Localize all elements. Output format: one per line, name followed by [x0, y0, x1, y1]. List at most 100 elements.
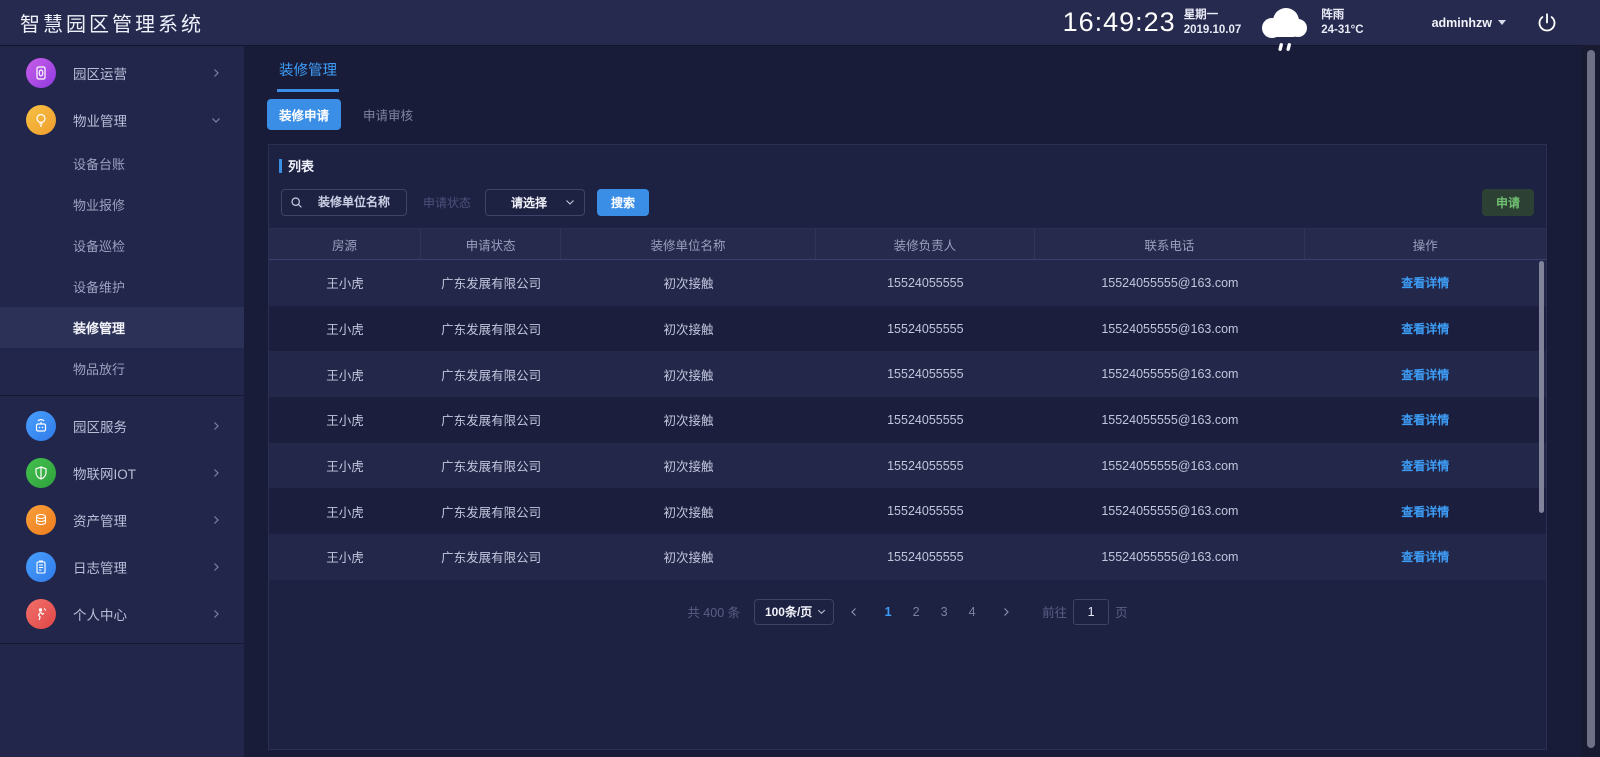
actions-cell: 查看详情 [1305, 306, 1546, 352]
view-details-link[interactable]: 查看详情 [1401, 366, 1449, 383]
chevron-right-icon [210, 561, 222, 573]
goto-page-group: 前往 页 [1042, 599, 1128, 625]
table-cell: 15524055555@163.com [1035, 534, 1304, 580]
sidebar-item-log-management[interactable]: 日志管理 [0, 543, 244, 590]
weekday-label: 星期一 [1184, 8, 1242, 22]
table-row: 王小虎广东发展有限公司初次接触1552405555515524055555@16… [269, 443, 1546, 489]
column-header-company-name: 装修单位名称 [561, 229, 815, 259]
next-page-button[interactable] [994, 606, 1018, 618]
table-header-row: 房源 申请状态 装修单位名称 装修负责人 联系电话 操作 [269, 229, 1546, 260]
sidebar-item-asset-management[interactable]: 资产管理 [0, 496, 244, 543]
sidebar-divider [0, 643, 244, 644]
chevron-right-icon [210, 608, 222, 620]
view-details-link[interactable]: 查看详情 [1401, 320, 1449, 337]
sidebar-item-label: 物联网IOT [73, 463, 136, 483]
table-cell: 王小虎 [269, 443, 421, 489]
page-number-4[interactable]: 4 [959, 605, 985, 619]
sidebar-subitem-property-repair[interactable]: 物业报修 [0, 184, 244, 225]
search-button[interactable]: 搜索 [597, 189, 649, 216]
column-header-manager: 装修负责人 [816, 229, 1036, 259]
date-label: 2019.10.07 [1184, 23, 1242, 37]
table-scrollbar-thumb[interactable] [1539, 261, 1544, 513]
sidebar-item-label: 个人中心 [73, 604, 127, 624]
actions-cell: 查看详情 [1305, 443, 1546, 489]
view-details-link[interactable]: 查看详情 [1401, 457, 1449, 474]
company-search-box[interactable] [281, 189, 407, 216]
view-details-link[interactable]: 查看详情 [1401, 274, 1449, 291]
sidebar-item-label: 园区运营 [73, 63, 127, 83]
top-header: 智慧园区管理系统 16:49:23 星期一 2019.10.07 阵雨 24-3… [0, 0, 1600, 45]
table-cell: 15524055555@163.com [1035, 488, 1304, 534]
table-cell: 15524055555 [816, 306, 1036, 352]
sidebar-item-label: 日志管理 [73, 557, 127, 577]
user-menu[interactable]: adminhzw [1432, 16, 1506, 30]
table-row: 王小虎广东发展有限公司初次接触1552405555515524055555@16… [269, 260, 1546, 306]
chevron-down-icon [210, 114, 222, 126]
park-service-icon [26, 411, 56, 441]
table-cell: 15524055555 [816, 397, 1036, 443]
table-cell: 15524055555@163.com [1035, 351, 1304, 397]
actions-cell: 查看详情 [1305, 351, 1546, 397]
page-tab-decoration-management[interactable]: 装修管理 [277, 59, 339, 92]
weather-block: 阵雨 24-31°C [1321, 8, 1363, 37]
status-select-value: 请选择 [494, 194, 564, 211]
chevron-right-icon [210, 420, 222, 432]
table-cell: 王小虎 [269, 351, 421, 397]
table-row: 王小虎广东发展有限公司初次接触1552405555515524055555@16… [269, 488, 1546, 534]
table-row: 王小虎广东发展有限公司初次接触1552405555515524055555@16… [269, 306, 1546, 352]
cloud-rain-icon [1255, 6, 1313, 50]
title-accent-bar [279, 159, 282, 173]
page-number-2[interactable]: 2 [903, 605, 929, 619]
page-scrollbar-thumb[interactable] [1587, 50, 1595, 748]
tab-apply-review[interactable]: 申请审核 [351, 99, 425, 130]
sidebar-item-personal-center[interactable]: 个人中心 [0, 590, 244, 637]
date-block: 星期一 2019.10.07 [1184, 8, 1242, 37]
park-operation-icon [26, 58, 56, 88]
page-number-1[interactable]: 1 [875, 605, 901, 619]
sidebar: 园区运营 物业管理 设备台账 物业报修 设备巡检 设备维护 装修管理 物品放行 [0, 45, 245, 757]
view-details-link[interactable]: 查看详情 [1401, 503, 1449, 520]
sidebar-item-iot[interactable]: 物联网IOT [0, 449, 244, 496]
goto-page-input[interactable] [1073, 599, 1109, 625]
sidebar-subitem-decoration-management[interactable]: 装修管理 [0, 307, 244, 348]
prev-page-button[interactable] [842, 606, 866, 618]
chevron-right-icon [210, 467, 222, 479]
page-number-3[interactable]: 3 [931, 605, 957, 619]
tab-decoration-apply[interactable]: 装修申请 [267, 99, 341, 130]
actions-cell: 查看详情 [1305, 260, 1546, 306]
sidebar-subitem-device-ledger[interactable]: 设备台账 [0, 143, 244, 184]
sidebar-item-park-service[interactable]: 园区服务 [0, 402, 244, 449]
goto-unit-label: 页 [1115, 602, 1128, 621]
table-cell: 15524055555@163.com [1035, 260, 1304, 306]
table-cell: 广东发展有限公司 [421, 306, 561, 352]
sidebar-item-property-management[interactable]: 物业管理 [0, 96, 244, 143]
search-input[interactable] [310, 195, 398, 209]
list-panel: 列表 申请状态 请选择 搜索 申请 房源 申请状态 [268, 144, 1547, 750]
sidebar-subitem-device-maintenance[interactable]: 设备维护 [0, 266, 244, 307]
table-cell: 初次接触 [561, 306, 815, 352]
search-icon [290, 196, 303, 209]
view-details-link[interactable]: 查看详情 [1401, 411, 1449, 428]
sidebar-divider [0, 395, 244, 396]
apply-button[interactable]: 申请 [1482, 189, 1534, 216]
view-details-link[interactable]: 查看详情 [1401, 548, 1449, 565]
sidebar-subitem-device-inspection[interactable]: 设备巡检 [0, 225, 244, 266]
chevron-right-icon [210, 67, 222, 79]
sidebar-item-park-operation[interactable]: 园区运营 [0, 49, 244, 96]
table-cell: 广东发展有限公司 [421, 351, 561, 397]
status-select[interactable]: 请选择 [485, 189, 585, 216]
iot-shield-icon [26, 458, 56, 488]
sidebar-subitem-goods-release[interactable]: 物品放行 [0, 348, 244, 389]
table-body: 王小虎广东发展有限公司初次接触1552405555515524055555@16… [269, 260, 1546, 580]
actions-cell: 查看详情 [1305, 397, 1546, 443]
property-management-icon [26, 105, 56, 135]
table-cell: 15524055555 [816, 534, 1036, 580]
status-filter-label: 申请状态 [423, 194, 471, 211]
page-size-select[interactable]: 100条/页 [754, 599, 834, 625]
table-cell: 15524055555 [816, 351, 1036, 397]
logout-power-button[interactable] [1536, 12, 1558, 34]
decoration-table: 房源 申请状态 装修单位名称 装修负责人 联系电话 操作 王小虎广东发展有限公司… [269, 228, 1546, 580]
weather-condition: 阵雨 [1321, 8, 1363, 22]
filter-toolbar: 申请状态 请选择 搜索 申请 [269, 182, 1546, 222]
column-header-phone: 联系电话 [1035, 229, 1304, 259]
